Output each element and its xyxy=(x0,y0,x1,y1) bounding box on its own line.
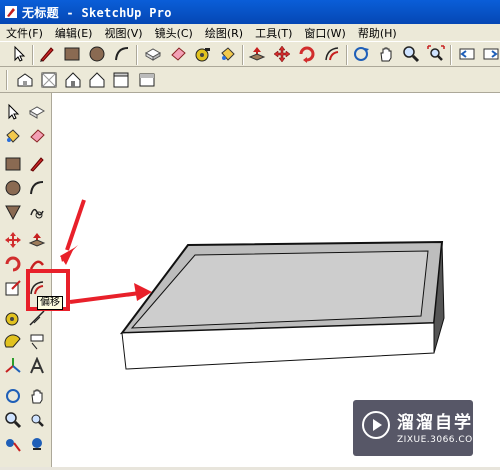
watermark-title: 溜溜自学 xyxy=(397,413,473,433)
play-logo-icon xyxy=(362,411,390,439)
watermark-url: ZIXUE.3066.COM xyxy=(397,435,482,445)
watermark: 溜溜自学 ZIXUE.3066.COM xyxy=(353,400,481,456)
offset-tooltip: 偏移 xyxy=(37,296,63,310)
annotation-arrows xyxy=(60,199,152,304)
